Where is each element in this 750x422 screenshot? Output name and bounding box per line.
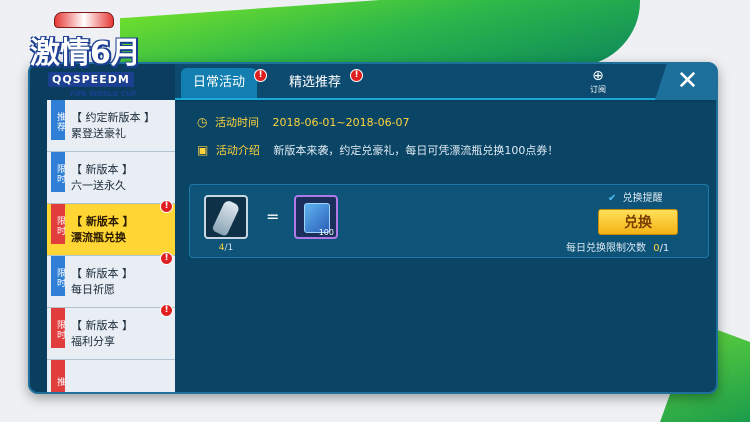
drift-bottle-icon bbox=[211, 199, 241, 237]
sidebar-item-title: 每日祈愿 bbox=[71, 283, 115, 296]
activity-content: ◷ 活动时间 2018-06-01~2018-06-07 ▣ 活动介绍 新版本来… bbox=[175, 102, 716, 392]
item-need-count: /1 bbox=[224, 243, 234, 253]
coupon-item[interactable]: 100 bbox=[294, 195, 338, 239]
logo-brand: QQSPEEDM bbox=[48, 72, 134, 87]
activity-intro-row: ▣ 活动介绍 新版本来袭，约定兑豪礼，每日可凭漂流瓶兑换100点券！ bbox=[197, 142, 558, 158]
equals-sign: = bbox=[266, 207, 280, 226]
race-car-icon bbox=[54, 12, 114, 28]
tab-label: 日常活动 bbox=[193, 75, 246, 90]
sidebar-item-title: 六一送永久 bbox=[71, 179, 126, 192]
tab-label: 精选推荐 bbox=[289, 75, 342, 90]
item-quantity: 4/1 bbox=[204, 243, 248, 253]
sidebar-item[interactable]: 限时【 新版本 】福利分享! bbox=[47, 304, 175, 360]
sidebar-item[interactable]: 限时【 新版本 】每日祈愿! bbox=[47, 252, 175, 308]
notification-badge: ! bbox=[160, 252, 173, 265]
sidebar-item-title: 漂流瓶兑换 bbox=[71, 231, 126, 244]
daily-limit-total: /1 bbox=[659, 243, 670, 254]
sidebar-item-tag: 限时 bbox=[51, 152, 65, 192]
notification-badge: ! bbox=[160, 200, 173, 213]
sidebar-item-version: 【 新版本 】 bbox=[71, 163, 133, 176]
clock-icon: ◷ bbox=[197, 115, 208, 129]
subscribe-icon: ⊕ bbox=[592, 68, 604, 84]
notification-badge: ! bbox=[160, 304, 173, 317]
sidebar-item[interactable]: 推 bbox=[47, 360, 175, 392]
notification-badge: ! bbox=[350, 69, 364, 82]
sidebar-item-title: 累登送豪礼 bbox=[71, 127, 126, 140]
sidebar-item-tag: 推荐 bbox=[51, 100, 65, 140]
drift-bottle-item[interactable] bbox=[204, 195, 248, 239]
check-icon: ✔ bbox=[608, 193, 617, 204]
exchange-button[interactable]: 兑换 bbox=[598, 209, 678, 235]
subscribe-label: 订阅 bbox=[590, 85, 606, 94]
sidebar-item[interactable]: 限时【 新版本 】漂流瓶兑换! bbox=[47, 200, 175, 256]
activity-time-row: ◷ 活动时间 2018-06-01~2018-06-07 bbox=[197, 114, 410, 130]
sidebar-item-tag: 限时 bbox=[51, 308, 65, 348]
daily-limit-label: 每日兑换限制次数 bbox=[566, 243, 646, 254]
sidebar-item-version: 【 约定新版本 】 bbox=[71, 111, 155, 124]
event-panel: 推荐【 约定新版本 】累登送豪礼 限时【 新版本 】六一送永久 限时【 新版本 】漂… bbox=[28, 62, 718, 394]
game-logo: 激情6月 QQSPEEDM FIFA WORLD CUP bbox=[30, 8, 180, 106]
coupon-amount: 100 bbox=[318, 228, 334, 237]
sidebar-item-version: 【 新版本 】 bbox=[71, 267, 133, 280]
close-button[interactable]: ✕ bbox=[655, 64, 716, 100]
activity-time-value: 2018-06-01~2018-06-07 bbox=[272, 116, 410, 129]
tab-bar: 日常活动 ! 精选推荐 ! ⊕ 订阅 ✕ bbox=[175, 64, 716, 100]
sidebar-item-tag: 限时 bbox=[51, 204, 65, 244]
notification-badge: ! bbox=[254, 69, 268, 82]
sidebar-item-tag: 推 bbox=[51, 360, 65, 392]
sidebar-item[interactable]: 推荐【 约定新版本 】累登送豪礼 bbox=[47, 100, 175, 152]
sidebar-item-title: 福利分享 bbox=[71, 335, 115, 348]
logo-subtitle: FIFA WORLD CUP bbox=[70, 90, 137, 98]
daily-limit: 每日兑换限制次数 0/1 bbox=[566, 239, 669, 254]
activity-intro-label: 活动介绍 bbox=[215, 144, 260, 157]
reminder-label: 兑换提醒 bbox=[622, 193, 663, 204]
subscribe-button[interactable]: ⊕ 订阅 bbox=[583, 68, 613, 96]
exchange-reminder-toggle[interactable]: ✔ 兑换提醒 bbox=[608, 189, 663, 204]
logo-title: 激情6月 bbox=[30, 36, 141, 71]
close-icon: ✕ bbox=[676, 66, 699, 96]
activity-sidebar[interactable]: 推荐【 约定新版本 】累登送豪礼 限时【 新版本 】六一送永久 限时【 新版本 】漂… bbox=[47, 100, 175, 392]
gift-icon: ▣ bbox=[197, 143, 209, 157]
activity-time-label: 活动时间 bbox=[214, 116, 259, 129]
sidebar-item-version: 【 新版本 】 bbox=[71, 319, 133, 332]
activity-intro-value: 新版本来袭，约定兑豪礼，每日可凭漂流瓶兑换100点券！ bbox=[273, 144, 559, 157]
tab-featured[interactable]: 精选推荐 ! bbox=[277, 68, 364, 98]
sidebar-item-tag: 限时 bbox=[51, 256, 65, 296]
sidebar-item-version: 【 新版本 】 bbox=[71, 215, 134, 228]
tab-daily-activity[interactable]: 日常活动 ! bbox=[181, 68, 268, 98]
exchange-card: 4/1 = 100 ✔ 兑换提醒 兑换 每日兑换限制次数 0/1 bbox=[189, 184, 709, 258]
sidebar-item[interactable]: 限时【 新版本 】六一送永久 bbox=[47, 152, 175, 204]
